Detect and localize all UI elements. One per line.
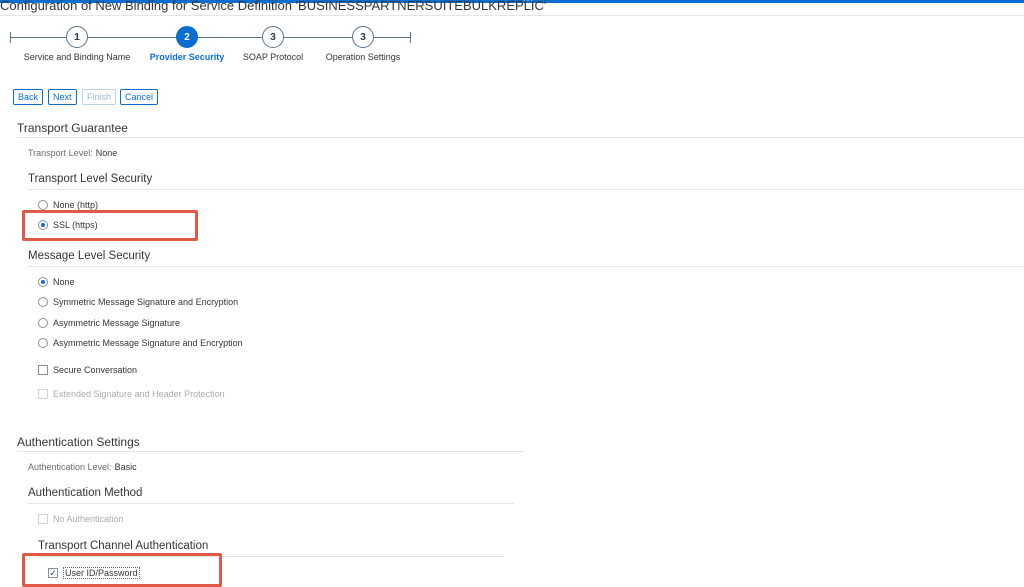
next-button[interactable]: Next: [48, 89, 77, 105]
wizard-step-1-label[interactable]: Service and Binding Name: [24, 52, 131, 62]
asymmetric-signature-label[interactable]: Asymmetric Message Signature: [53, 317, 180, 329]
wizard-line-end-cap: [410, 32, 411, 43]
wizard-step-3-label[interactable]: SOAP Protocol: [243, 52, 303, 62]
user-id-password-label[interactable]: User ID/Password: [63, 567, 140, 579]
window-title: Configuration of New Binding for Service…: [0, 0, 547, 13]
transport-guarantee-divider: [17, 137, 1024, 138]
message-none-radio[interactable]: [38, 277, 48, 287]
transport-level-label: Transport Level:: [28, 148, 93, 158]
transport-none-label[interactable]: None (http): [53, 199, 98, 211]
finish-button[interactable]: Finish: [82, 89, 117, 105]
transport-ssl-label[interactable]: SSL (https): [53, 219, 98, 231]
ssl-highlight-box: [22, 210, 198, 241]
transport-channel-authentication-heading: Transport Channel Authentication: [38, 540, 209, 552]
user-id-password-checkbox[interactable]: ✓: [48, 568, 58, 578]
message-level-security-divider: [28, 266, 1024, 267]
authentication-method-divider: [28, 503, 514, 504]
cancel-button[interactable]: Cancel: [120, 89, 159, 105]
extended-signature-label: Extended Signature and Header Protection: [53, 389, 225, 399]
transport-level-security-divider: [28, 189, 1024, 190]
message-level-security-heading: Message Level Security: [28, 250, 151, 262]
secure-conversation-label[interactable]: Secure Conversation: [53, 364, 137, 376]
authentication-level-label: Authentication Level:: [28, 462, 112, 472]
symmetric-signature-encryption-label[interactable]: Symmetric Message Signature and Encrypti…: [53, 296, 238, 308]
wizard-step-4-label[interactable]: Operation Settings: [326, 52, 401, 62]
transport-channel-authentication-divider: [38, 556, 504, 557]
message-none-label[interactable]: None: [53, 276, 75, 288]
wizard-step-2-label[interactable]: Provider Security: [150, 52, 225, 62]
authentication-settings-divider: [17, 451, 524, 452]
transport-level-security-heading: Transport Level Security: [28, 173, 153, 185]
authentication-level-row: Authentication Level: Basic: [28, 462, 137, 472]
authentication-method-heading: Authentication Method: [28, 487, 143, 499]
transport-ssl-radio[interactable]: [38, 220, 48, 230]
wizard-step-3[interactable]: 3: [262, 26, 284, 48]
wizard-step-1[interactable]: 1: [66, 26, 88, 48]
transport-none-radio[interactable]: [38, 200, 48, 210]
authentication-settings-heading: Authentication Settings: [17, 435, 140, 449]
asymmetric-signature-encryption-label[interactable]: Asymmetric Message Signature and Encrypt…: [53, 337, 243, 349]
title-divider: [0, 15, 1024, 16]
transport-level-value: None: [95, 148, 118, 158]
secure-conversation-checkbox[interactable]: [38, 365, 48, 375]
no-authentication-label: No Authentication: [53, 514, 124, 524]
authentication-level-value: Basic: [114, 462, 137, 472]
back-button[interactable]: Back: [13, 89, 44, 105]
wizard-step-4[interactable]: 3: [352, 26, 374, 48]
asymmetric-signature-encryption-radio[interactable]: [38, 338, 48, 348]
symmetric-signature-encryption-radio[interactable]: [38, 297, 48, 307]
no-authentication-checkbox: [38, 514, 48, 524]
asymmetric-signature-radio[interactable]: [38, 318, 48, 328]
transport-level-row: Transport Level: None: [28, 148, 117, 158]
extended-signature-checkbox: [38, 389, 48, 399]
wizard-step-2[interactable]: 2: [176, 26, 198, 48]
transport-guarantee-heading: Transport Guarantee: [17, 121, 128, 135]
